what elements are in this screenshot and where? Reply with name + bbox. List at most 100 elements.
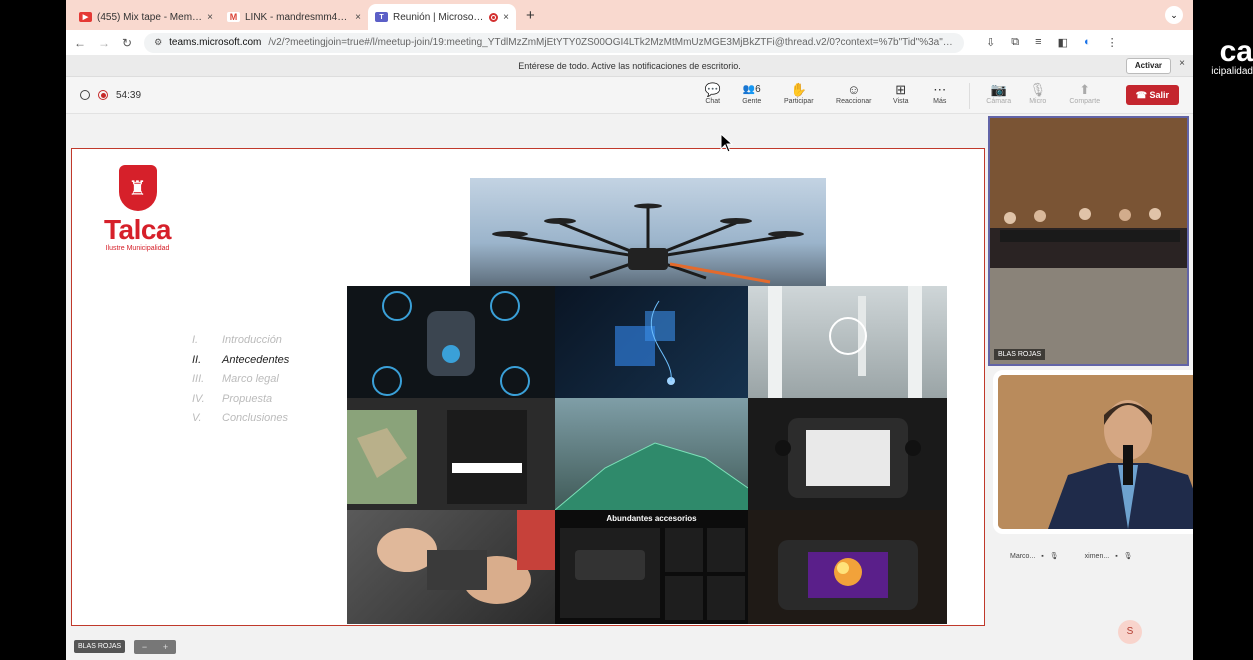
thermal-controller-image (748, 510, 947, 624)
close-icon[interactable]: × (355, 12, 361, 23)
drone-xray-image (347, 286, 555, 398)
video-tile-room[interactable]: BLAS ROJAS (988, 116, 1189, 366)
download-icon[interactable]: ⇩ (986, 36, 995, 49)
phone-icon: ☎ (1135, 90, 1147, 100)
shield-icon (80, 90, 90, 100)
extension-icon[interactable]: ⧉ (1011, 36, 1019, 49)
tab-teams[interactable]: T Reunión | Microsoft Teams × (368, 4, 516, 30)
profile-icon[interactable]: ◐ (1084, 36, 1091, 49)
tab-title: LINK - mandresmm4@gmail. (245, 11, 351, 23)
avatar[interactable]: S (1118, 620, 1142, 644)
view-button[interactable]: ⊞ Vista (887, 81, 915, 105)
agenda-item: V. Conclusiones (192, 412, 289, 424)
remote-controller-image (748, 398, 947, 510)
meeting-stage: ♜ Talca Ilustre Municipalidad I. Introduc… (66, 114, 1193, 660)
camera-off-icon: ▪ (1041, 552, 1044, 560)
teams-icon: T (375, 12, 388, 22)
zoom-in-button[interactable]: + (163, 642, 168, 652)
youtube-icon: ▶ (79, 12, 92, 22)
close-icon[interactable]: × (503, 12, 509, 23)
zoom-out-button[interactable]: − (142, 642, 147, 652)
react-icon: ☺ (847, 82, 861, 97)
talca-logo: ♜ Talca Ilustre Municipalidad (90, 165, 185, 253)
forward-arrow-icon[interactable]: → (98, 36, 110, 50)
back-arrow-icon[interactable]: ← (74, 36, 86, 50)
sidebar-icon[interactable]: ◧ (1058, 36, 1068, 49)
room-video (990, 118, 1187, 364)
camera-off-icon: ▪ (1115, 552, 1118, 560)
flight-app-image (347, 398, 555, 510)
people-icon: 👥6 (742, 84, 761, 95)
recording-icon (98, 90, 108, 100)
share-icon: ⬆ (1079, 82, 1091, 97)
brand-overlay-text: ca (1219, 35, 1253, 68)
meeting-toolbar: 54:39 💬 Chat 👥6 Gente ✋ Participar ☺ Reaccio… (66, 77, 1193, 114)
more-button[interactable]: ⋯ Más (926, 81, 954, 105)
agenda-item: I. Introducción (192, 334, 282, 346)
site-info-icon[interactable]: ⚙ (154, 37, 162, 48)
raise-hand-icon: ✋ (790, 82, 807, 97)
toolbar-divider (968, 83, 970, 109)
camera-off-icon: 📷 (990, 82, 1007, 97)
accessories-grid (560, 528, 745, 620)
tab-youtube[interactable]: ▶ (455) Mix tape - Memories in × (72, 4, 220, 30)
activate-notifications-button[interactable]: Activar (1125, 58, 1171, 74)
drone-photo (470, 178, 826, 286)
tab-title: (455) Mix tape - Memories in (97, 11, 202, 23)
media-icon[interactable]: ≡ (1035, 36, 1041, 49)
image-mosaic: Abundantes accesorios (347, 286, 947, 624)
share-button[interactable]: ⬆ Comparte (1063, 81, 1107, 105)
speaker-video (998, 375, 1193, 529)
toolbar-actions: 💬 Chat 👥6 Gente ✋ Participar ☺ Reaccionar ⊞ V… (699, 81, 1179, 109)
city-scan-diagram (615, 300, 675, 385)
participant-item[interactable]: ximen... ▪ 🎙 (1085, 552, 1133, 561)
logo-name: Talca (103, 214, 172, 245)
menu-icon[interactable]: ⋮ (1107, 36, 1118, 49)
presenter-name-chip: BLAS ROJAS (74, 640, 126, 653)
recording-icon (489, 12, 499, 22)
raise-hand-button[interactable]: ✋ Participar (777, 81, 821, 105)
more-icon: ⋯ (933, 82, 947, 97)
chat-button[interactable]: 💬 Chat (699, 81, 727, 105)
participant-list: Marco... ▪ 🎙 ximen... ▪ 🎙 (1010, 552, 1190, 561)
crest-icon: ♜ (118, 165, 157, 211)
tab-search-button[interactable]: ⌄ (1165, 6, 1183, 24)
participant-item[interactable]: Marco... ▪ 🎙 (1010, 552, 1059, 561)
leave-button[interactable]: ☎ Salir (1125, 85, 1179, 105)
columns-diagram (768, 286, 922, 398)
new-tab-button[interactable]: + (516, 4, 545, 30)
chat-icon: 💬 (704, 82, 721, 97)
logo-subtitle: Ilustre Municipalidad (105, 245, 170, 252)
mic-off-icon: 🎙 (1049, 553, 1059, 560)
react-button[interactable]: ☺ Reaccionar (832, 81, 876, 105)
agenda-item: IV. Propuesta (192, 392, 273, 405)
camera-button[interactable]: 📷 Cámara (985, 81, 1013, 105)
overlay-band: ca icipalidad (1193, 0, 1253, 660)
mountain-scan-image (555, 398, 748, 510)
close-icon[interactable]: × (207, 12, 213, 23)
browser-window: ▶ (455) Mix tape - Memories in × M LINK … (66, 0, 1193, 660)
people-button[interactable]: 👥6 Gente (738, 81, 766, 105)
brand-overlay-subtext: icipalidad (1211, 66, 1253, 77)
tab-bar: ▶ (455) Mix tape - Memories in × M LINK … (66, 0, 1193, 30)
reload-icon[interactable]: ↻ (122, 36, 132, 50)
gmail-icon: M (227, 12, 240, 22)
mic-off-icon: 🎙 (1123, 553, 1133, 560)
agenda-item-active: II. Antecedentes (192, 353, 290, 366)
url-input[interactable]: ⚙ teams.microsoft.com/v2/?meetingjoin=tr… (144, 32, 965, 53)
city-scan-image (555, 286, 748, 398)
indoor-columns-image (748, 286, 947, 398)
controller-diagram (775, 418, 921, 498)
url-path: /v2/?meetingjoin=true#/l/meetup-join/19:… (268, 37, 955, 48)
agenda-list: I. Introducción II. Antecedentes III. Marco… (192, 331, 289, 429)
notification-text: Entérese de todo. Active las notificacio… (518, 60, 741, 71)
video-tile-speaker[interactable] (993, 370, 1193, 534)
mountain-diagram (555, 442, 748, 510)
url-host: teams.microsoft.com (169, 37, 262, 48)
hands-drone-image (347, 510, 555, 624)
thermal-diagram (778, 540, 918, 610)
mic-button[interactable]: 🎙 Micro (1024, 81, 1052, 105)
zoom-controls: − + (134, 640, 176, 654)
notification-banner: Entérese de todo. Active las notificacio… (66, 55, 1193, 77)
tab-gmail[interactable]: M LINK - mandresmm4@gmail. × (220, 4, 368, 30)
